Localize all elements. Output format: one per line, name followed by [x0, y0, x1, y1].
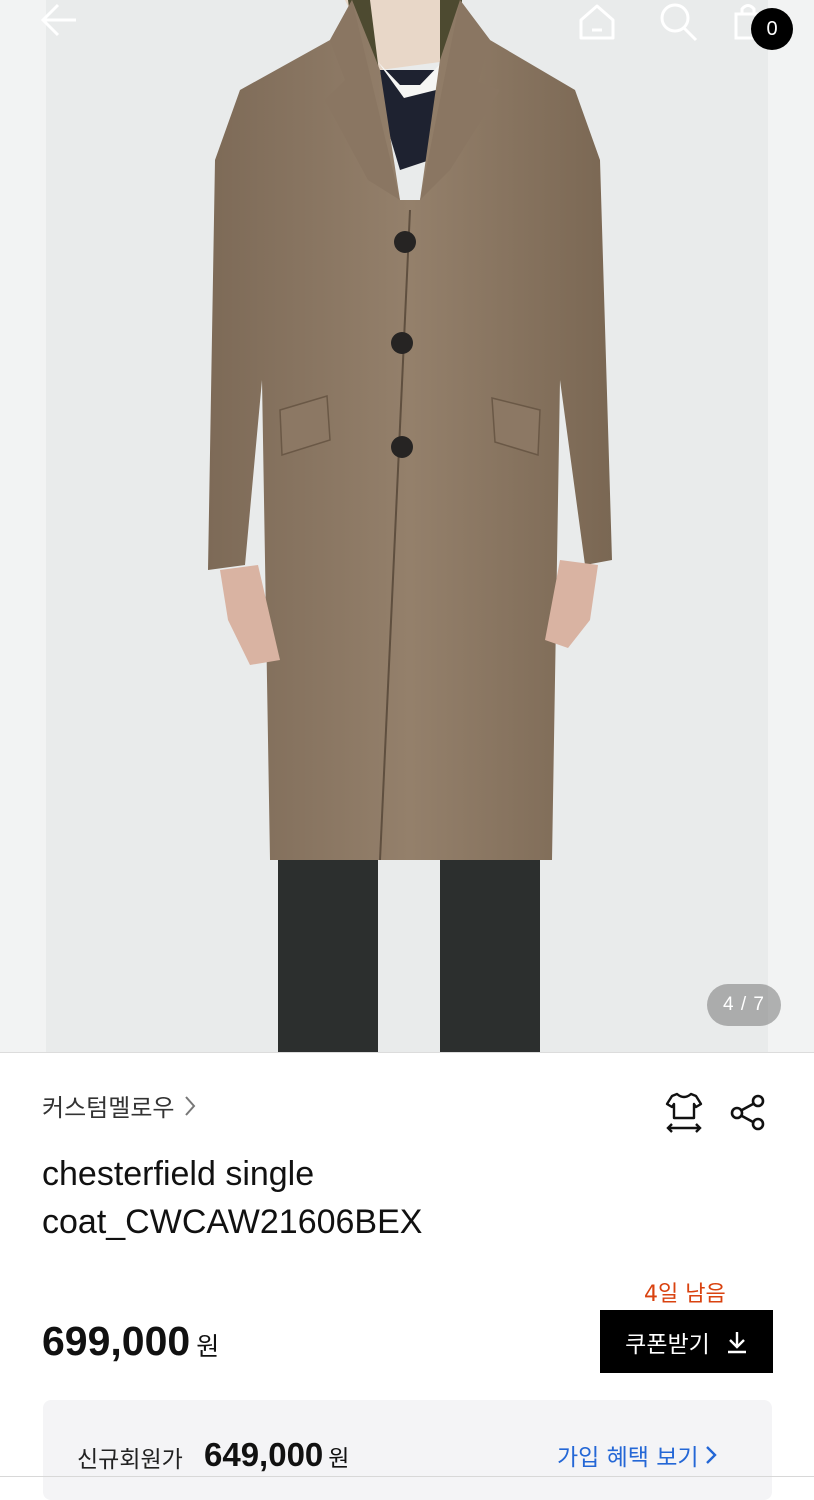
member-price-label: 신규회원가 [77, 1447, 183, 1473]
product-photo [46, 0, 768, 1052]
product-title-line: chesterfield single [42, 1155, 315, 1193]
chevron-right-icon [184, 1094, 200, 1118]
arrow-left-icon [40, 3, 76, 37]
divider [0, 1052, 814, 1053]
home-button[interactable] [575, 0, 627, 44]
coupon-remaining-days: 4일 남음 [644, 1282, 726, 1307]
cart-count-badge: 0 [751, 8, 793, 50]
member-price: 649,000 원 [204, 1436, 349, 1474]
price-amount: 699,000 [42, 1318, 191, 1364]
product-title-line: coat_CWCAW21606BEX [42, 1203, 423, 1241]
coat-illustration [208, 0, 612, 1052]
product-price: 699,000 원 [42, 1318, 219, 1365]
size-guide-icon [665, 1092, 703, 1133]
back-button[interactable] [36, 0, 88, 44]
home-icon [579, 4, 615, 40]
brand-name: 커스텀멜로우 [42, 1094, 175, 1122]
product-title: chesterfield single coat_CWCAW21606BEX [42, 1150, 602, 1246]
price-currency: 원 [196, 1332, 220, 1361]
image-pager-indicator: 4 / 7 [707, 984, 781, 1026]
size-guide-button[interactable] [662, 1088, 706, 1136]
product-image-gallery[interactable]: 0 4 / 7 [0, 0, 814, 1052]
share-button[interactable] [726, 1088, 770, 1136]
signup-benefits-label: 가입 혜택 보기 [557, 1445, 699, 1471]
signup-benefits-link[interactable]: 가입 혜택 보기 [557, 1438, 717, 1472]
download-icon [727, 1331, 746, 1353]
member-price-amount: 649,000 [204, 1436, 324, 1473]
new-member-price-box: 신규회원가 649,000 원 가입 혜택 보기 [43, 1400, 772, 1500]
search-icon [660, 3, 698, 42]
member-price-currency: 원 [328, 1446, 350, 1472]
chevron-right-icon [705, 1446, 717, 1464]
share-icon [730, 1094, 765, 1131]
brand-link[interactable]: 커스텀멜로우 [42, 1088, 200, 1123]
coupon-download-button[interactable]: 쿠폰받기 [600, 1310, 773, 1373]
search-button[interactable] [656, 0, 708, 44]
divider [0, 1476, 814, 1477]
coupon-button-label: 쿠폰받기 [625, 1331, 710, 1358]
top-navigation-bar: 0 [0, 0, 814, 60]
